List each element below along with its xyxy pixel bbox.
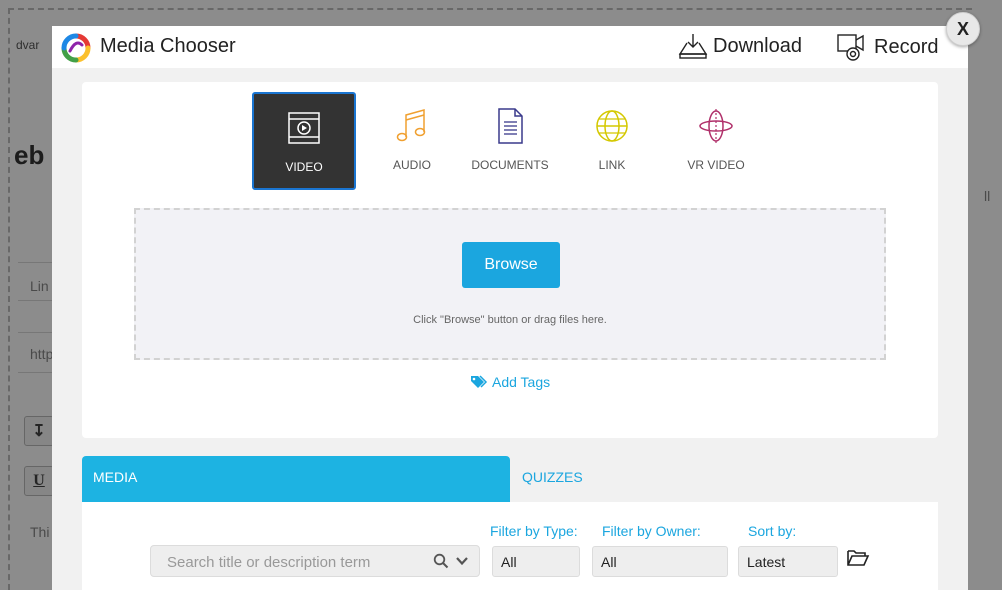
media-type-tab-link[interactable]: LINK [560, 92, 664, 190]
modal-header: Media Chooser Download Record [52, 26, 968, 68]
vr-icon [699, 109, 733, 143]
document-icon [498, 108, 523, 144]
search-input[interactable] [165, 551, 419, 573]
record-label: Record [874, 35, 939, 58]
video-icon [288, 112, 320, 144]
download-label: Download [713, 34, 802, 57]
media-type-label: VR VIDEO [687, 158, 745, 172]
add-tags-link[interactable]: Add Tags [470, 374, 550, 390]
camera-record-icon [837, 34, 864, 61]
drop-hint-text: Click "Browse" button or drag files here… [413, 314, 607, 326]
filter-type-select[interactable]: All [492, 546, 580, 577]
media-chooser-modal: Media Chooser Download Record VIDEO AUDI… [52, 26, 968, 590]
media-type-label: LINK [598, 158, 626, 172]
media-type-label: DOCUMENTS [471, 158, 549, 172]
filter-type-label: Filter by Type: [490, 523, 578, 539]
tab-media[interactable]: MEDIA [82, 456, 510, 502]
record-button[interactable]: Record [836, 32, 938, 62]
upload-panel: VIDEO AUDIO DOCUMENTS LINK VR VIDEO Brow… [82, 82, 938, 438]
search-icon[interactable] [433, 553, 449, 569]
chevron-down-icon[interactable] [455, 554, 469, 568]
folder-open-icon[interactable] [846, 548, 870, 568]
tab-quizzes[interactable]: QUIZZES [522, 469, 583, 485]
close-modal-button[interactable]: X [946, 12, 980, 46]
add-tags-label: Add Tags [492, 374, 551, 390]
media-type-label: VIDEO [285, 160, 323, 174]
sort-by-label: Sort by: [748, 523, 797, 539]
search-field [150, 545, 480, 577]
sort-by-select[interactable]: Latest [738, 546, 838, 577]
file-drop-zone[interactable]: Browse Click "Browse" button or drag fil… [134, 208, 886, 360]
media-type-tab-vr-video[interactable]: VR VIDEO [664, 92, 768, 190]
music-note-icon [396, 109, 426, 142]
media-filter-panel: Filter by Type: Filter by Owner: Sort by… [82, 502, 938, 590]
globe-icon [596, 110, 628, 142]
media-type-label: AUDIO [392, 158, 431, 172]
download-button[interactable]: Download [677, 32, 802, 60]
media-type-tab-video[interactable]: VIDEO [252, 92, 356, 190]
tag-icon [471, 375, 488, 388]
filter-owner-select[interactable]: All [592, 546, 728, 577]
filter-owner-label: Filter by Owner: [602, 523, 701, 539]
media-type-tab-audio[interactable]: AUDIO [360, 92, 464, 190]
app-logo-icon [61, 33, 91, 63]
browse-button[interactable]: Browse [462, 242, 560, 288]
download-icon [678, 34, 708, 59]
modal-title: Media Chooser [100, 35, 236, 57]
media-type-tab-documents[interactable]: DOCUMENTS [458, 92, 562, 190]
